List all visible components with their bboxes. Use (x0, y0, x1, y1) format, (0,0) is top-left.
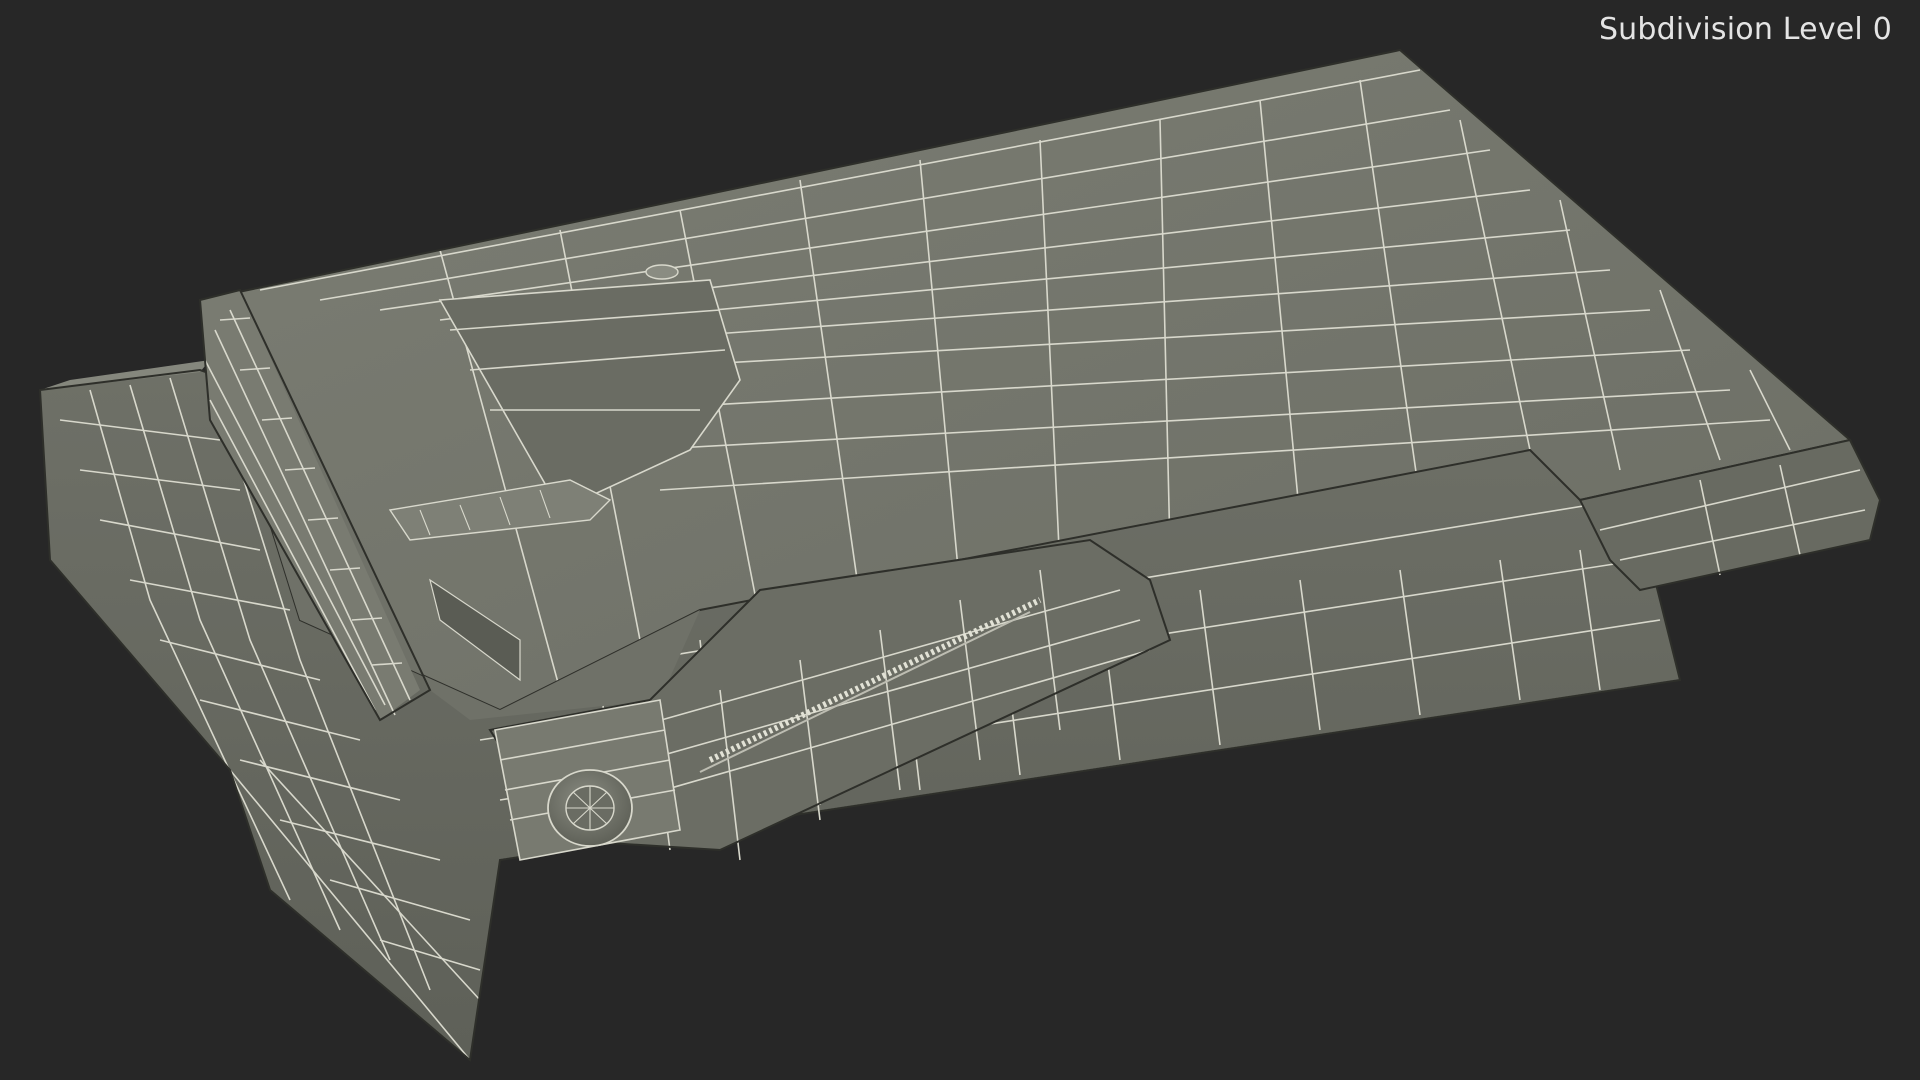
render-viewport: Subdivision Level 0 (0, 0, 1920, 1080)
jeans-button-icon (547, 769, 633, 847)
subdivision-level-label: Subdivision Level 0 (1598, 12, 1892, 47)
folded-jeans-render (38, 48, 1882, 1062)
rivet-icon (645, 264, 679, 280)
